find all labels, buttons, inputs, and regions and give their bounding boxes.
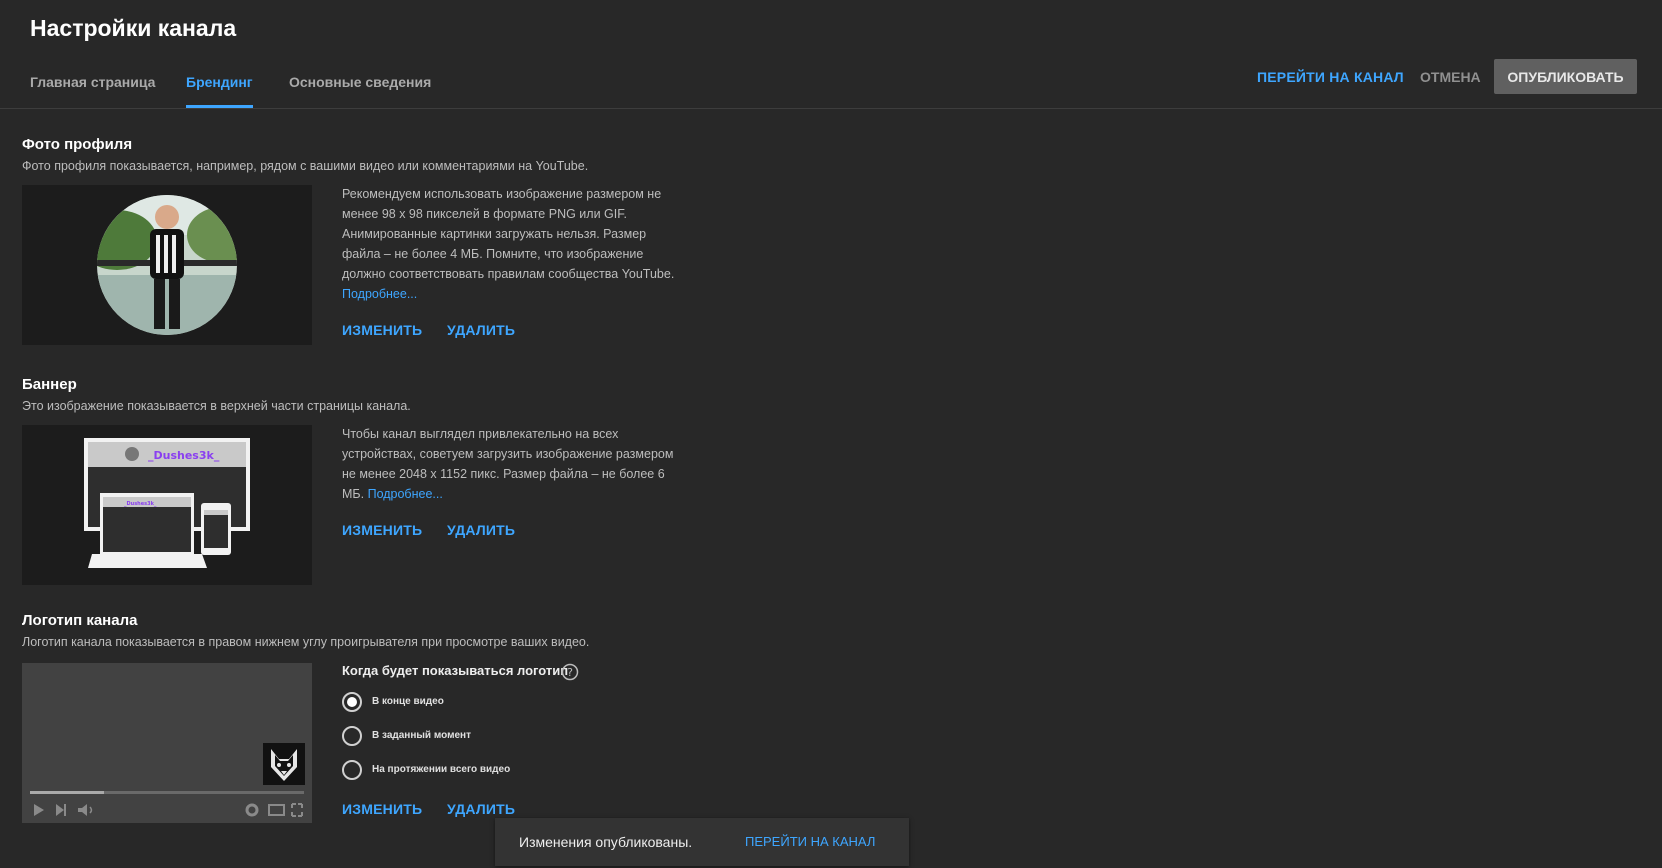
profile-photo-image bbox=[97, 195, 237, 335]
profile-photo-delete-button[interactable]: УДАЛИТЬ bbox=[447, 322, 515, 338]
cancel-button[interactable]: ОТМЕНА bbox=[1420, 69, 1481, 85]
tab-home-label: Главная страница bbox=[30, 74, 156, 90]
fullscreen-icon bbox=[291, 803, 303, 817]
banner-preview-text-small: _Dushes3k_ bbox=[124, 501, 157, 507]
watermark-change-button[interactable]: ИЗМЕНИТЬ bbox=[342, 801, 422, 817]
svg-text:?: ? bbox=[567, 666, 573, 679]
play-icon bbox=[34, 804, 44, 816]
radio-button-custom[interactable] bbox=[342, 726, 362, 746]
banner-devices-image: _Dushes3k_ _Dushes3k_ bbox=[84, 438, 250, 568]
radio-option-end[interactable] bbox=[342, 692, 362, 712]
next-icon bbox=[56, 804, 64, 816]
theater-mode-icon bbox=[268, 804, 285, 816]
wolf-logo-icon bbox=[271, 749, 297, 781]
tab-branding-label: Брендинг bbox=[186, 74, 253, 90]
banner-delete-button[interactable]: УДАЛИТЬ bbox=[447, 522, 515, 538]
profile-photo-info-text: Рекомендуем использовать изображение раз… bbox=[342, 187, 675, 281]
profile-photo-title: Фото профиля bbox=[22, 136, 133, 153]
banner-description: Это изображение показывается в верхней ч… bbox=[22, 399, 411, 413]
help-question-icon[interactable]: ? bbox=[561, 663, 579, 681]
page-title: Настройки канала bbox=[30, 15, 237, 41]
view-channel-button[interactable]: ПЕРЕЙТИ НА КАНАЛ bbox=[1257, 69, 1404, 85]
volume-icon bbox=[78, 804, 87, 816]
watermark-description: Логотип канала показывается в правом ниж… bbox=[22, 635, 590, 649]
profile-photo-preview bbox=[22, 185, 312, 345]
tab-branding[interactable]: Брендинг bbox=[186, 74, 253, 108]
toast-message: Изменения опубликованы. bbox=[519, 834, 693, 850]
banner-title: Баннер bbox=[22, 376, 77, 393]
radio-option-custom[interactable] bbox=[342, 726, 362, 746]
watermark-logo bbox=[263, 743, 305, 785]
profile-photo-change-button[interactable]: ИЗМЕНИТЬ bbox=[342, 322, 422, 338]
player-progress-fill bbox=[30, 791, 104, 794]
tab-basic-info-label: Основные сведения bbox=[289, 74, 432, 90]
radio-button-entire[interactable] bbox=[342, 760, 362, 780]
radio-label-custom: В заданный момент bbox=[372, 730, 471, 741]
profile-photo-description: Фото профиля показывается, например, ряд… bbox=[22, 159, 589, 173]
banner-preview: _Dushes3k_ _Dushes3k_ bbox=[22, 425, 312, 585]
watermark-player-preview bbox=[22, 663, 312, 823]
watermark-title: Логотип канала bbox=[22, 612, 138, 629]
toast-view-channel-button[interactable]: ПЕРЕЙТИ НА КАНАЛ bbox=[745, 834, 875, 849]
watermark-when-label: Когда будет показываться логотип bbox=[342, 663, 569, 678]
profile-photo-info: Рекомендуем использовать изображение раз… bbox=[342, 184, 682, 304]
banner-learn-more-link[interactable]: Подробнее... bbox=[368, 487, 443, 501]
header-divider bbox=[0, 108, 1662, 109]
tab-basic-info[interactable]: Основные сведения bbox=[289, 74, 431, 90]
profile-photo-learn-more-link[interactable]: Подробнее... bbox=[342, 287, 417, 301]
radio-label-end: В конце видео bbox=[372, 696, 444, 707]
watermark-delete-button[interactable]: УДАЛИТЬ bbox=[447, 801, 515, 817]
publish-button[interactable]: ОПУБЛИКОВАТЬ bbox=[1494, 59, 1637, 94]
radio-label-entire: На протяжении всего видео bbox=[372, 764, 511, 775]
banner-change-button[interactable]: ИЗМЕНИТЬ bbox=[342, 522, 422, 538]
banner-info: Чтобы канал выглядел привлекательно на в… bbox=[342, 424, 682, 504]
player-controls bbox=[34, 803, 303, 817]
player-progress-bar[interactable] bbox=[30, 791, 304, 794]
tab-home[interactable]: Главная страница bbox=[30, 74, 155, 90]
radio-button-end[interactable] bbox=[342, 692, 362, 712]
settings-gear-icon bbox=[245, 803, 259, 817]
radio-option-entire[interactable] bbox=[342, 760, 362, 780]
toast-snackbar: Изменения опубликованы. ПЕРЕЙТИ НА КАНАЛ bbox=[495, 818, 909, 866]
banner-preview-text-large: _Dushes3k_ bbox=[148, 449, 220, 462]
